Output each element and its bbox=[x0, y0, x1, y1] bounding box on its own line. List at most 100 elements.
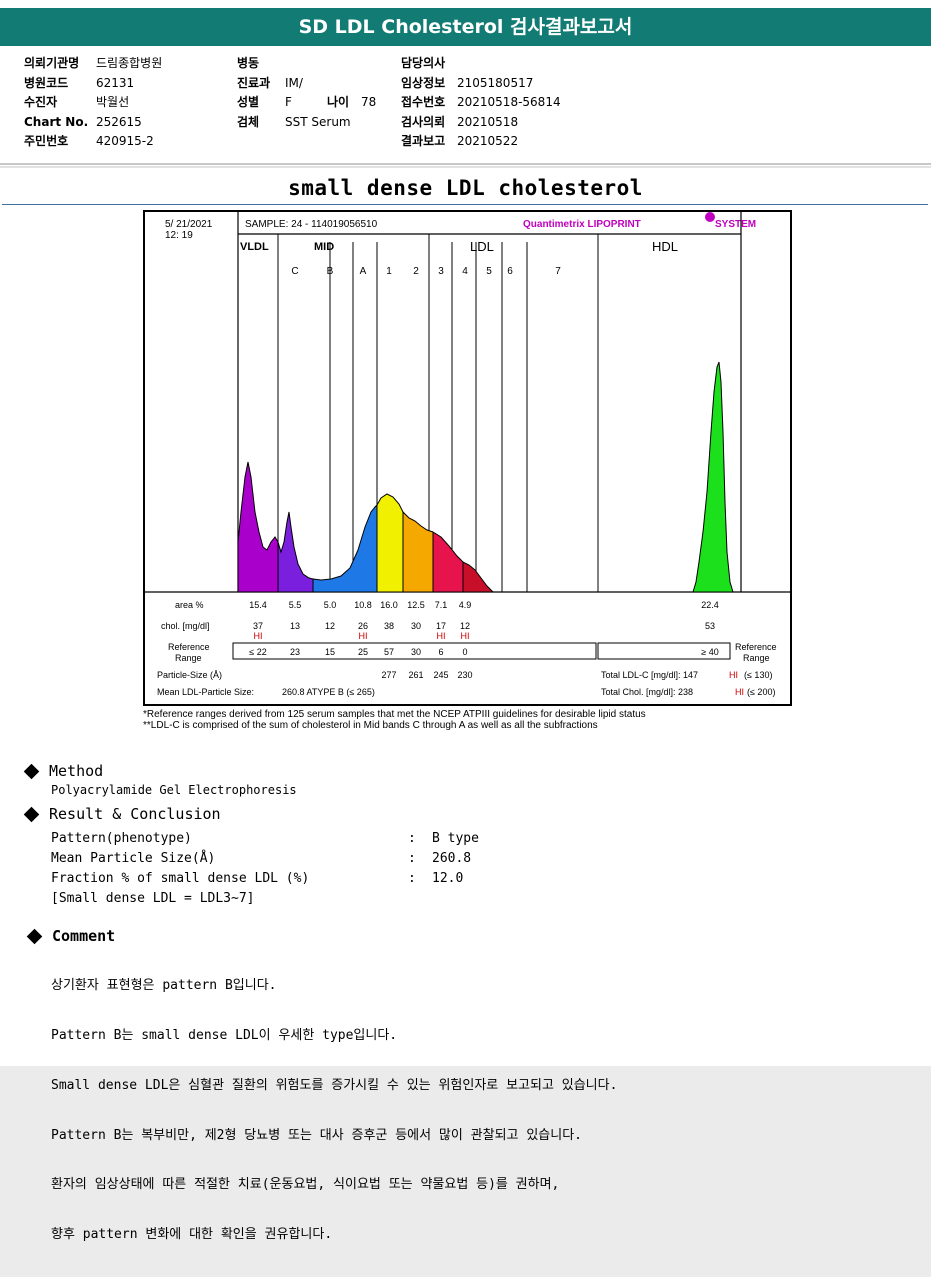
info-value: SST Serum bbox=[285, 114, 351, 129]
row-label-mean: Mean LDL-Particle Size: bbox=[157, 687, 254, 697]
info-label: 병동 bbox=[237, 56, 260, 70]
result-key: Mean Particle Size(Å) bbox=[51, 851, 216, 866]
info-row: 성별 F 나이 78 bbox=[237, 93, 376, 113]
info-label: 수진자 bbox=[24, 95, 58, 109]
row-label-chol: chol. [mg/dl] bbox=[161, 621, 210, 631]
comment-title: Comment bbox=[52, 927, 116, 945]
result-value: 12.0 bbox=[432, 871, 464, 886]
peak-area-0 bbox=[237, 461, 279, 593]
divider bbox=[0, 166, 931, 168]
registered-mark-icon bbox=[705, 212, 715, 222]
info-label: 검사의뢰 bbox=[401, 114, 446, 129]
comment-line: Small dense LDL은 심혈관 질환의 위험도를 증가시킬 수 있는 … bbox=[51, 1077, 618, 1093]
result-colon: : bbox=[408, 831, 416, 846]
band-label-B: B bbox=[327, 266, 334, 277]
band-label-1: 1 bbox=[386, 266, 392, 277]
report-time: 12: 19 bbox=[165, 230, 193, 241]
ref-label-line1: Reference bbox=[168, 642, 210, 652]
hi-flag: HI bbox=[461, 631, 470, 641]
band-separators bbox=[277, 234, 742, 592]
reference-value: 6 bbox=[438, 647, 443, 657]
chol-value: 26 bbox=[358, 621, 368, 631]
particle-size-value: 261 bbox=[408, 670, 423, 680]
info-row: 검사의뢰 20210518 bbox=[401, 113, 561, 133]
footnote-1: *Reference ranges derived from 125 serum… bbox=[143, 709, 646, 720]
peak-area-7 bbox=[692, 361, 734, 593]
chol-value: 38 bbox=[384, 621, 394, 631]
peak-area-2 bbox=[312, 503, 378, 593]
band-label-2: 2 bbox=[413, 266, 419, 277]
info-label: 검체 bbox=[237, 114, 260, 129]
area-value: 10.8 bbox=[354, 600, 372, 610]
info-row: 검체 SST Serum bbox=[237, 113, 376, 133]
info-label: Chart No. bbox=[24, 114, 89, 129]
area-value: 4.9 bbox=[459, 600, 472, 610]
info-value: 252615 bbox=[96, 114, 142, 129]
info-value: 20210518-56814 bbox=[457, 95, 561, 109]
chol-value: 30 bbox=[411, 621, 421, 631]
comment-line: 상기환자 표현형은 pattern B입니다. bbox=[51, 978, 277, 994]
comment-line: Pattern B는 small dense LDL이 우세한 type입니다. bbox=[51, 1027, 398, 1043]
result-colon: : bbox=[408, 871, 416, 886]
info-row: 의뢰기관명 드림종합병원 bbox=[24, 54, 162, 74]
band-label-5: 5 bbox=[486, 266, 492, 277]
group-label-ldl: LDL bbox=[470, 239, 494, 254]
info-value: IM/ bbox=[285, 75, 303, 90]
comment-line: 환자의 임상상태에 따른 적절한 치료(운동요법, 식이요법 또는 약물요법 등… bbox=[51, 1177, 560, 1193]
report-page: SD LDL Cholesterol 검사결과보고서 의뢰기관명 드림종합병원 병… bbox=[0, 0, 931, 1242]
info-label: 담당의사 bbox=[401, 56, 446, 70]
peak-area-6 bbox=[462, 561, 495, 593]
info-value: 드림종합병원 bbox=[96, 56, 163, 70]
total-chol-ref: (≤ 200) bbox=[747, 687, 775, 697]
mean-size-value: 260.8 ATYPE B (≤ 265) bbox=[282, 687, 375, 697]
info-row: 주민번호 420915-2 bbox=[24, 132, 162, 152]
reference-value: 25 bbox=[358, 647, 368, 657]
patient-info-col2: 병동 진료과 IM/ 성별 F 나이 78 검체 SST Serum bbox=[237, 54, 376, 132]
row-label-particle: Particle-Size (Å) bbox=[157, 670, 222, 680]
result-value: B type bbox=[432, 831, 479, 846]
sample-id: SAMPLE: 24 - 114019056510 bbox=[245, 219, 378, 230]
comment-text: 상기환자 표현형은 pattern B입니다. Pattern B는 small… bbox=[51, 945, 617, 1277]
chol-value: 17 bbox=[436, 621, 446, 631]
info-label: 주민번호 bbox=[24, 134, 69, 148]
densitometry-peaks bbox=[237, 361, 734, 593]
band-label-4: 4 bbox=[462, 266, 468, 277]
area-value: 16.0 bbox=[380, 600, 398, 610]
area-value: 12.5 bbox=[407, 600, 425, 610]
info-label: 진료과 bbox=[237, 75, 271, 90]
info-label: 병원코드 bbox=[24, 75, 69, 90]
band-label-A: A bbox=[360, 266, 367, 277]
chol-value: 12 bbox=[325, 621, 335, 631]
method-title: Method bbox=[49, 762, 104, 780]
peak-area-5 bbox=[432, 531, 464, 593]
total-ldl-ref: (≤ 130) bbox=[744, 670, 772, 680]
divider bbox=[2, 204, 928, 205]
peak-area-1 bbox=[277, 511, 314, 593]
divider bbox=[0, 163, 931, 165]
diamond-bullet-icon bbox=[23, 806, 40, 822]
chol-value: 13 bbox=[290, 621, 300, 631]
section-title: small dense LDL cholesterol bbox=[288, 176, 643, 200]
electrophoresis-chart: 5/ 21/2021 12: 19 SAMPLE: 24 - 114019056… bbox=[145, 212, 790, 697]
result-title: Result & Conclusion bbox=[49, 805, 221, 823]
hi-flag: HI bbox=[254, 631, 263, 641]
reference-value: 30 bbox=[411, 647, 421, 657]
comment-line: Pattern B는 복부비만, 제2형 당뇨병 또는 대사 증후군 등에서 많… bbox=[51, 1127, 582, 1143]
band-label-6: 6 bbox=[507, 266, 513, 277]
reference-value: 15 bbox=[325, 647, 335, 657]
hi-flag: HI bbox=[359, 631, 368, 641]
ref-right-line1: Reference bbox=[735, 642, 777, 652]
chol-value: 53 bbox=[705, 621, 715, 631]
patient-info-col3: 담당의사 임상정보 2105180517 접수번호 20210518-56814 검… bbox=[401, 54, 561, 152]
total-chol: Total Chol. [mg/dl]: 238 bbox=[601, 687, 693, 697]
group-label-hdl: HDL bbox=[652, 239, 678, 254]
info-row: 접수번호 20210518-56814 bbox=[401, 93, 561, 113]
area-value: 15.4 bbox=[249, 600, 267, 610]
info-row: 병동 bbox=[237, 54, 376, 74]
info-value: 62131 bbox=[96, 75, 135, 90]
brand-name: Quantimetrix LIPOPRINT bbox=[523, 219, 641, 230]
info-label: 결과보고 bbox=[401, 134, 446, 148]
comment-line: 향후 pattern 변화에 대한 확인을 권유합니다. bbox=[51, 1227, 333, 1243]
info-value: 20210518 bbox=[457, 114, 519, 129]
result-row: Mean Particle Size(Å): 260.8 bbox=[51, 849, 479, 869]
